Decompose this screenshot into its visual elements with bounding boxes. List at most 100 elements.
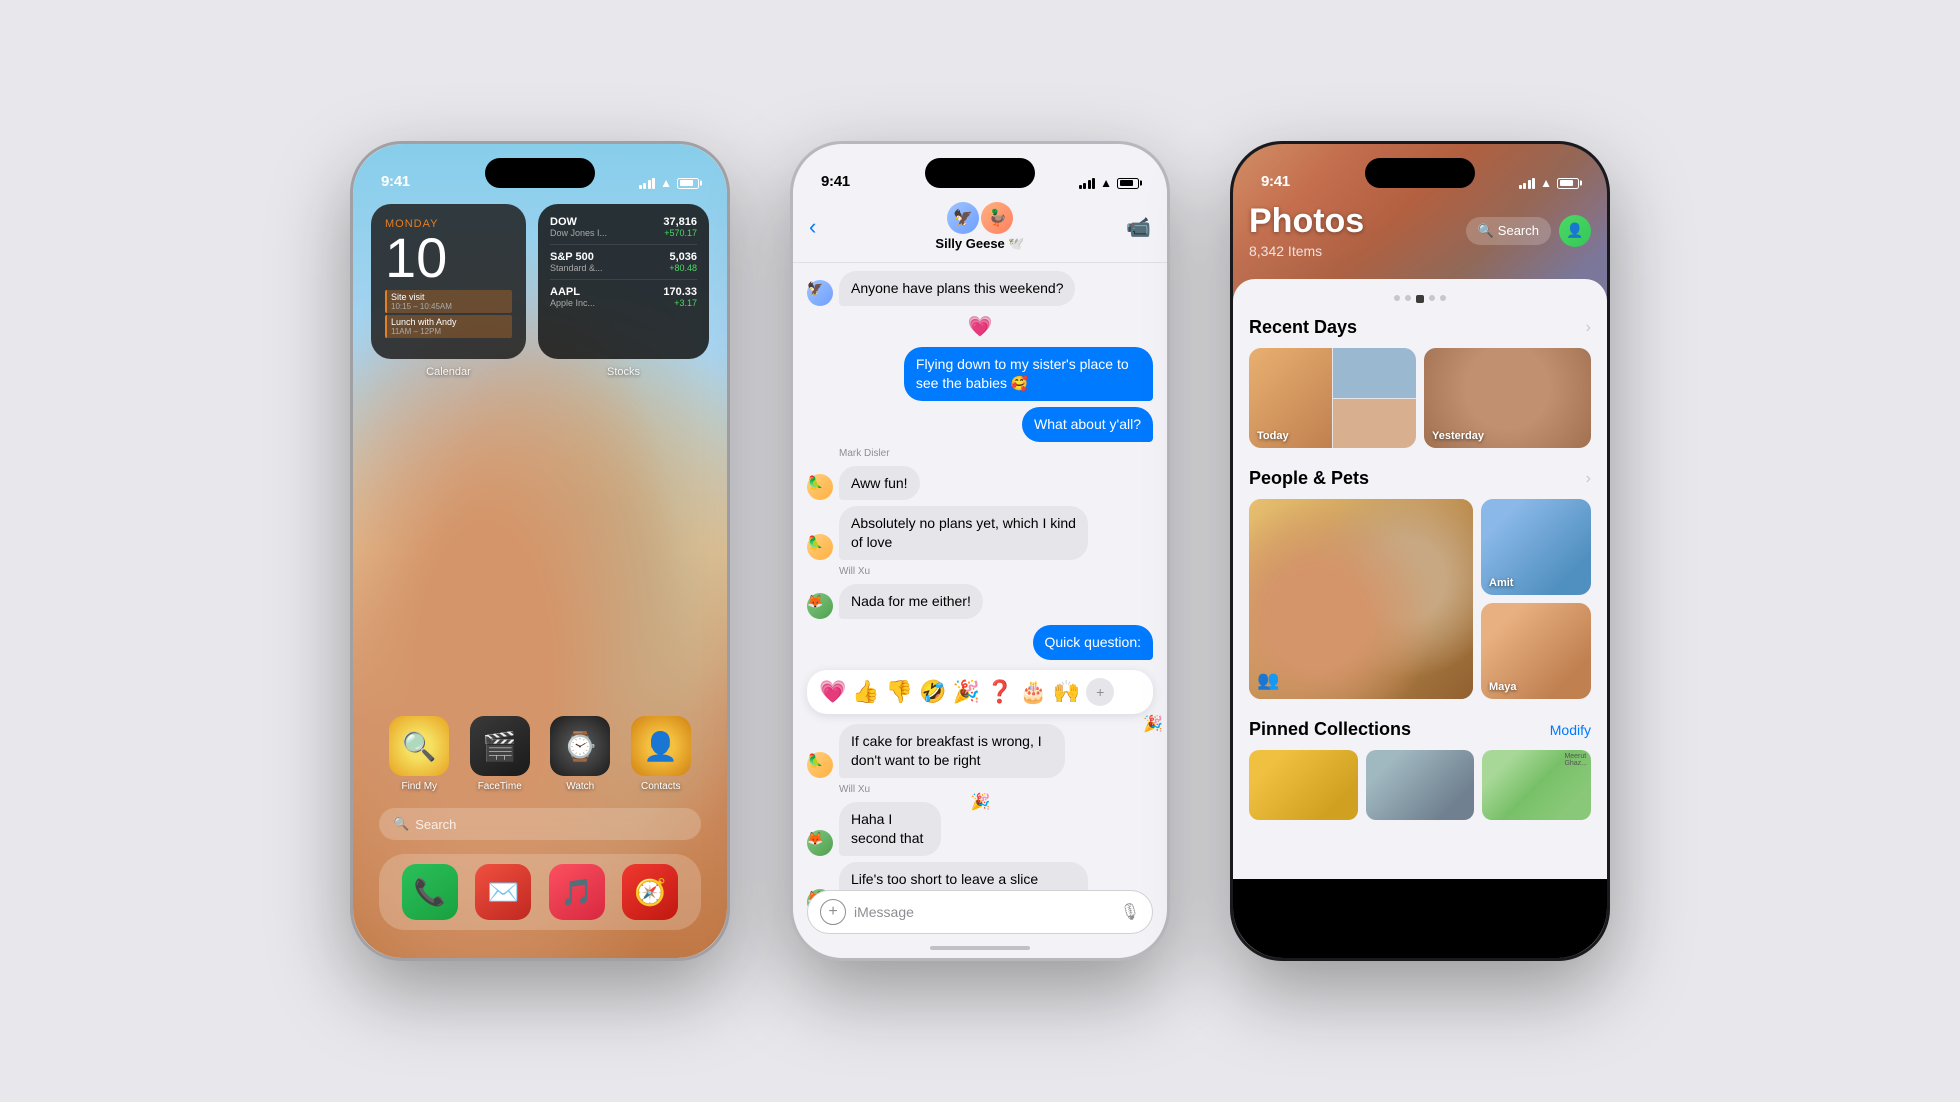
- maya-name: Maya: [1489, 681, 1517, 693]
- messages-screen: 9:41 ▲ ‹ 🦅 🦆 Si: [793, 144, 1167, 958]
- group-avatar-2: 🦆: [981, 202, 1013, 234]
- msg-row-mark-1: 🦜 Aww fun!: [807, 466, 1153, 501]
- dot-3[interactable]: [1429, 295, 1435, 301]
- person-large-bg: [1249, 499, 1473, 699]
- sender-will-2: Will Xu: [839, 784, 1153, 795]
- dock-bar: 📞 ✉️ 🎵 🧭: [379, 854, 701, 930]
- maya-card[interactable]: Maya: [1481, 603, 1591, 699]
- photos-title-area: Photos 8,342 Items: [1249, 202, 1364, 259]
- findmy-app[interactable]: 🔍 Find My: [389, 716, 449, 792]
- view-selector: [1249, 295, 1591, 303]
- today-label: Today: [1257, 430, 1289, 442]
- photos-profile-button[interactable]: 👤: [1559, 215, 1591, 247]
- reaction-thumbsup[interactable]: 👍: [852, 679, 879, 705]
- watch-label: Watch: [566, 781, 594, 792]
- people-pets-grid: 👥 Amit Maya: [1249, 499, 1591, 699]
- recent-days-title: Recent Days: [1249, 317, 1357, 338]
- dot-2[interactable]: [1405, 295, 1411, 301]
- map-label: MeerutGhaz...: [1564, 753, 1587, 767]
- reaction-heart[interactable]: 💗: [819, 679, 846, 705]
- pinned-flowers[interactable]: [1249, 750, 1358, 820]
- msg-bubble-will-1: Nada for me either!: [839, 584, 983, 619]
- microphone-icon[interactable]: 🎙: [1120, 902, 1140, 922]
- stock-row-sp500: S&P 500 Standard &... 5,036 +80.48: [550, 251, 697, 273]
- people-pets-chevron[interactable]: ›: [1586, 470, 1591, 488]
- avatar-will-2: 🦊: [807, 830, 833, 856]
- group-avatar-1: 🦅: [947, 202, 979, 234]
- status-time-3: 9:41: [1261, 173, 1290, 190]
- wifi-icon-2: ▲: [1100, 176, 1112, 190]
- battery-icon: [677, 178, 699, 189]
- group-name: Silly Geese 🕊️: [935, 236, 1024, 252]
- msg-row-1: 🦅 Anyone have plans this weekend?: [807, 271, 1153, 306]
- dot-4[interactable]: [1440, 295, 1446, 301]
- widget-labels: Calendar Stocks: [371, 366, 709, 378]
- dynamic-island: [485, 158, 595, 188]
- reaction-question[interactable]: ❓: [986, 679, 1013, 705]
- phone-messages: 9:41 ▲ ‹ 🦅 🦆 Si: [790, 141, 1170, 961]
- msg-bubble-second: Haha I second that: [839, 802, 941, 856]
- compass-app[interactable]: 🧭: [622, 864, 678, 920]
- msg-row-sent-2: What about y'all?: [807, 407, 1153, 442]
- msg-heart: 💗: [807, 314, 1153, 339]
- calendar-widget[interactable]: MONDAY 10 Site visit 10:15 – 10:45AM Lun…: [371, 204, 526, 359]
- tapback-celebrate-2: 🎉: [971, 792, 991, 812]
- power-button-2[interactable]: [1167, 304, 1170, 374]
- reaction-clap[interactable]: 🙌: [1053, 679, 1080, 705]
- photos-body: Recent Days › Today Yesterday: [1233, 279, 1607, 879]
- reactions-bar[interactable]: 💗 👍 👎 🤣 🎉 ❓ 🎂 🙌 +: [807, 670, 1153, 714]
- messages-input[interactable]: + iMessage 🎙: [807, 890, 1153, 934]
- msg-bubble-cake: If cake for breakfast is wrong, I don't …: [839, 724, 1065, 778]
- dot-grid-active[interactable]: [1416, 295, 1424, 303]
- facetime-app[interactable]: 🎬 FaceTime: [470, 716, 530, 792]
- power-button-3[interactable]: [1607, 304, 1610, 374]
- tapback-celebrate: 🎉: [1143, 714, 1163, 734]
- dot-1[interactable]: [1394, 295, 1400, 301]
- group-people-icon: 👥: [1257, 670, 1279, 691]
- recent-days-grid: Today Yesterday: [1249, 348, 1591, 448]
- reaction-cake[interactable]: 🎂: [1019, 679, 1046, 705]
- photos-search-button[interactable]: 🔍 🔍 Search Search: [1466, 217, 1551, 245]
- today-card[interactable]: Today: [1249, 348, 1416, 448]
- add-content-button[interactable]: +: [820, 899, 846, 925]
- amit-name: Amit: [1489, 577, 1513, 589]
- add-reaction-button[interactable]: +: [1086, 678, 1114, 706]
- amit-card[interactable]: Amit: [1481, 499, 1591, 595]
- search-text: Search: [1498, 223, 1539, 238]
- contacts-app[interactable]: 👤 Contacts: [631, 716, 691, 792]
- pinned-map[interactable]: MeerutGhaz...: [1482, 750, 1591, 820]
- msg-row-cake: 🦜 If cake for breakfast is wrong, I don'…: [807, 724, 1153, 778]
- pinned-modify-button[interactable]: Modify: [1550, 722, 1591, 738]
- person-card-large[interactable]: 👥: [1249, 499, 1473, 699]
- yesterday-card[interactable]: Yesterday: [1424, 348, 1591, 448]
- photos-count: 8,342 Items: [1249, 243, 1364, 259]
- search-bar[interactable]: 🔍 Search: [379, 808, 701, 840]
- pinned-grid: MeerutGhaz...: [1249, 750, 1591, 820]
- msg-row-quickq: Quick question:: [807, 625, 1153, 660]
- phone-app[interactable]: 📞: [402, 864, 458, 920]
- reaction-haha[interactable]: 🤣: [919, 679, 946, 705]
- avatar-mark: 🦜: [807, 474, 833, 500]
- battery-icon-2: [1117, 178, 1139, 189]
- pinned-collections-header: Pinned Collections Modify: [1249, 719, 1591, 740]
- mail-app[interactable]: ✉️: [475, 864, 531, 920]
- status-icons-3: ▲: [1519, 176, 1579, 190]
- person-cards-col: Amit Maya: [1481, 499, 1591, 699]
- recent-days-chevron[interactable]: ›: [1586, 319, 1591, 337]
- music-app[interactable]: 🎵: [549, 864, 605, 920]
- stocks-widget[interactable]: DOW Dow Jones I... 37,816 +570.17 S&P 50…: [538, 204, 709, 359]
- pinned-elephant[interactable]: [1366, 750, 1475, 820]
- reaction-celebrate[interactable]: 🎉: [953, 679, 980, 705]
- input-placeholder[interactable]: iMessage: [854, 904, 1112, 920]
- phone-photos: 9:41 ▲ Photos 8,342 Items: [1230, 141, 1610, 961]
- video-call-button[interactable]: 📹: [1126, 215, 1151, 240]
- stock-row-dow: DOW Dow Jones I... 37,816 +570.17: [550, 216, 697, 238]
- search-icon: 🔍: [1478, 223, 1494, 239]
- calendar-label: Calendar: [371, 366, 526, 378]
- watch-app[interactable]: ⌚ Watch: [550, 716, 610, 792]
- back-button[interactable]: ‹: [809, 214, 816, 240]
- calendar-event-1: Site visit 10:15 – 10:45AM: [385, 290, 512, 313]
- power-button[interactable]: [727, 304, 730, 374]
- app-dock-area: 🔍 Find My 🎬 FaceTime ⌚ Watch: [379, 716, 701, 930]
- reaction-thumbsdown[interactable]: 👎: [886, 679, 913, 705]
